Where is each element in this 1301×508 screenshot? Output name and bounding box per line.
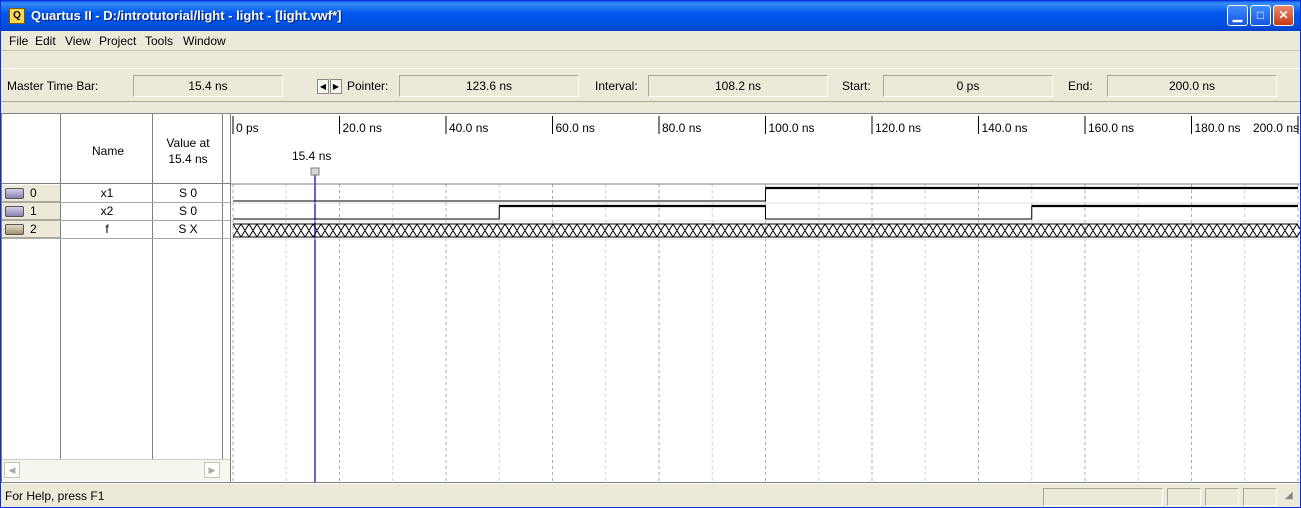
status-pane xyxy=(1205,488,1239,506)
quartus-icon: Q xyxy=(9,8,25,24)
chevron-left-icon: ◀ xyxy=(8,465,16,475)
time-tick-label: 200.0 ns xyxy=(1253,121,1299,135)
column-divider xyxy=(222,114,223,459)
status-help-text: For Help, press F1 xyxy=(5,489,105,503)
right-arrow-icon: ▶ xyxy=(332,82,340,91)
resize-grip-icon[interactable]: ◢ xyxy=(1285,490,1293,501)
status-pane xyxy=(1243,488,1277,506)
status-pane xyxy=(1167,488,1201,506)
signal-value: S 0 xyxy=(178,186,197,200)
menu-file[interactable]: File xyxy=(9,34,28,48)
column-divider xyxy=(152,114,153,459)
scroll-left-button[interactable]: ◀ xyxy=(4,462,20,478)
menu-tools[interactable]: Tools xyxy=(145,34,173,48)
end-field: 200.0 ns xyxy=(1107,75,1277,97)
interval-field: 108.2 ns xyxy=(648,75,828,97)
time-tick-label: 60.0 ns xyxy=(556,121,595,135)
output-pin-icon xyxy=(5,224,24,235)
time-tick-label: 160.0 ns xyxy=(1088,121,1134,135)
title-bar[interactable]: Q Quartus II - D:/introtutorial/light - … xyxy=(1,1,1300,31)
time-tick-label: 120.0 ns xyxy=(875,121,921,135)
waveform-area[interactable]: 0 ps 20.0 ns 40.0 ns 60.0 ns 80.0 ns 100.0 ns… xyxy=(231,113,1300,483)
port-cell: 0 xyxy=(2,185,60,202)
signal-name: f xyxy=(105,222,109,236)
waveform-f-undefined xyxy=(232,223,1300,238)
waveform-canvas[interactable]: 0 ps 20.0 ns 40.0 ns 60.0 ns 80.0 ns 100.0 ns… xyxy=(231,114,1300,483)
row-divider xyxy=(2,238,230,239)
menu-bar: File Edit View Project Tools Window xyxy=(1,31,1300,51)
prev-transition-button[interactable]: ◀ xyxy=(317,79,329,94)
waveform-x1 xyxy=(233,187,1298,202)
window-title: Quartus II - D:/introtutorial/light - li… xyxy=(31,8,342,23)
menu-view[interactable]: View xyxy=(65,34,91,48)
close-button[interactable]: ✕ xyxy=(1273,5,1294,26)
signal-name: x1 xyxy=(100,186,114,200)
status-bar: For Help, press F1 ◢ xyxy=(1,483,1300,507)
next-transition-button[interactable]: ▶ xyxy=(330,79,342,94)
horizontal-scrollbar[interactable]: ◀ ▶ xyxy=(2,459,230,481)
column-divider xyxy=(60,114,61,459)
minimize-icon: ▁ xyxy=(1232,8,1243,22)
row-index: 2 xyxy=(30,222,37,236)
time-tick-label: 80.0 ns xyxy=(662,121,701,135)
value-column-header-line2: 15.4 ns xyxy=(168,152,208,166)
interval-label: Interval: xyxy=(595,79,638,93)
scroll-right-button[interactable]: ▶ xyxy=(204,462,220,478)
value-column-header-line1: Value at xyxy=(166,136,210,150)
waveform-x2 xyxy=(233,205,1298,220)
start-label: Start: xyxy=(842,79,871,93)
pointer-field: 123.6 ns xyxy=(399,75,579,97)
start-field: 0 ps xyxy=(883,75,1053,97)
quartus-window: Q Quartus II - D:/introtutorial/light - … xyxy=(0,0,1301,508)
time-tick-label: 100.0 ns xyxy=(769,121,815,135)
pointer-label: Pointer: xyxy=(347,79,389,93)
row-index: 0 xyxy=(30,186,37,200)
maximize-icon: □ xyxy=(1256,8,1265,22)
node-list-header: Name Value at 15.4 ns xyxy=(2,114,230,184)
master-time-handle xyxy=(310,167,320,176)
time-tick-label: 140.0 ns xyxy=(982,121,1028,135)
input-pin-icon xyxy=(5,188,24,199)
close-icon: ✕ xyxy=(1278,8,1289,22)
menu-project[interactable]: Project xyxy=(99,34,136,48)
menu-window[interactable]: Window xyxy=(183,34,226,48)
name-column-header[interactable]: Name xyxy=(62,144,154,158)
time-tick-label: 40.0 ns xyxy=(449,121,488,135)
time-tick-label: 20.0 ns xyxy=(343,121,382,135)
maximize-button[interactable]: □ xyxy=(1250,5,1271,26)
left-arrow-icon: ◀ xyxy=(319,82,327,91)
master-time-bar-label: Master Time Bar: xyxy=(7,79,99,93)
signal-name: x2 xyxy=(100,204,114,218)
chevron-right-icon: ▶ xyxy=(208,465,216,475)
time-bar: Master Time Bar: 15.4 ns ◀ ▶ Pointer: 12… xyxy=(1,68,1300,102)
time-tick-label: 0 ps xyxy=(236,121,259,135)
port-cell: 1 xyxy=(2,203,60,220)
status-pane xyxy=(1043,488,1163,506)
master-time-field[interactable]: 15.4 ns xyxy=(133,75,283,97)
input-pin-icon xyxy=(5,206,24,217)
minimize-button[interactable]: ▁ xyxy=(1227,5,1248,26)
port-cell: 2 xyxy=(2,221,60,238)
signal-value: S 0 xyxy=(178,204,197,218)
row-index: 1 xyxy=(30,204,37,218)
menu-edit[interactable]: Edit xyxy=(35,34,56,48)
end-label: End: xyxy=(1068,79,1093,93)
master-time-label: 15.4 ns xyxy=(292,149,331,163)
node-list-panel: Name Value at 15.4 ns 0 x1 S 0 1 x2 S 0 xyxy=(1,113,231,483)
time-tick-label: 180.0 ns xyxy=(1195,121,1241,135)
signal-value: S X xyxy=(178,222,198,236)
